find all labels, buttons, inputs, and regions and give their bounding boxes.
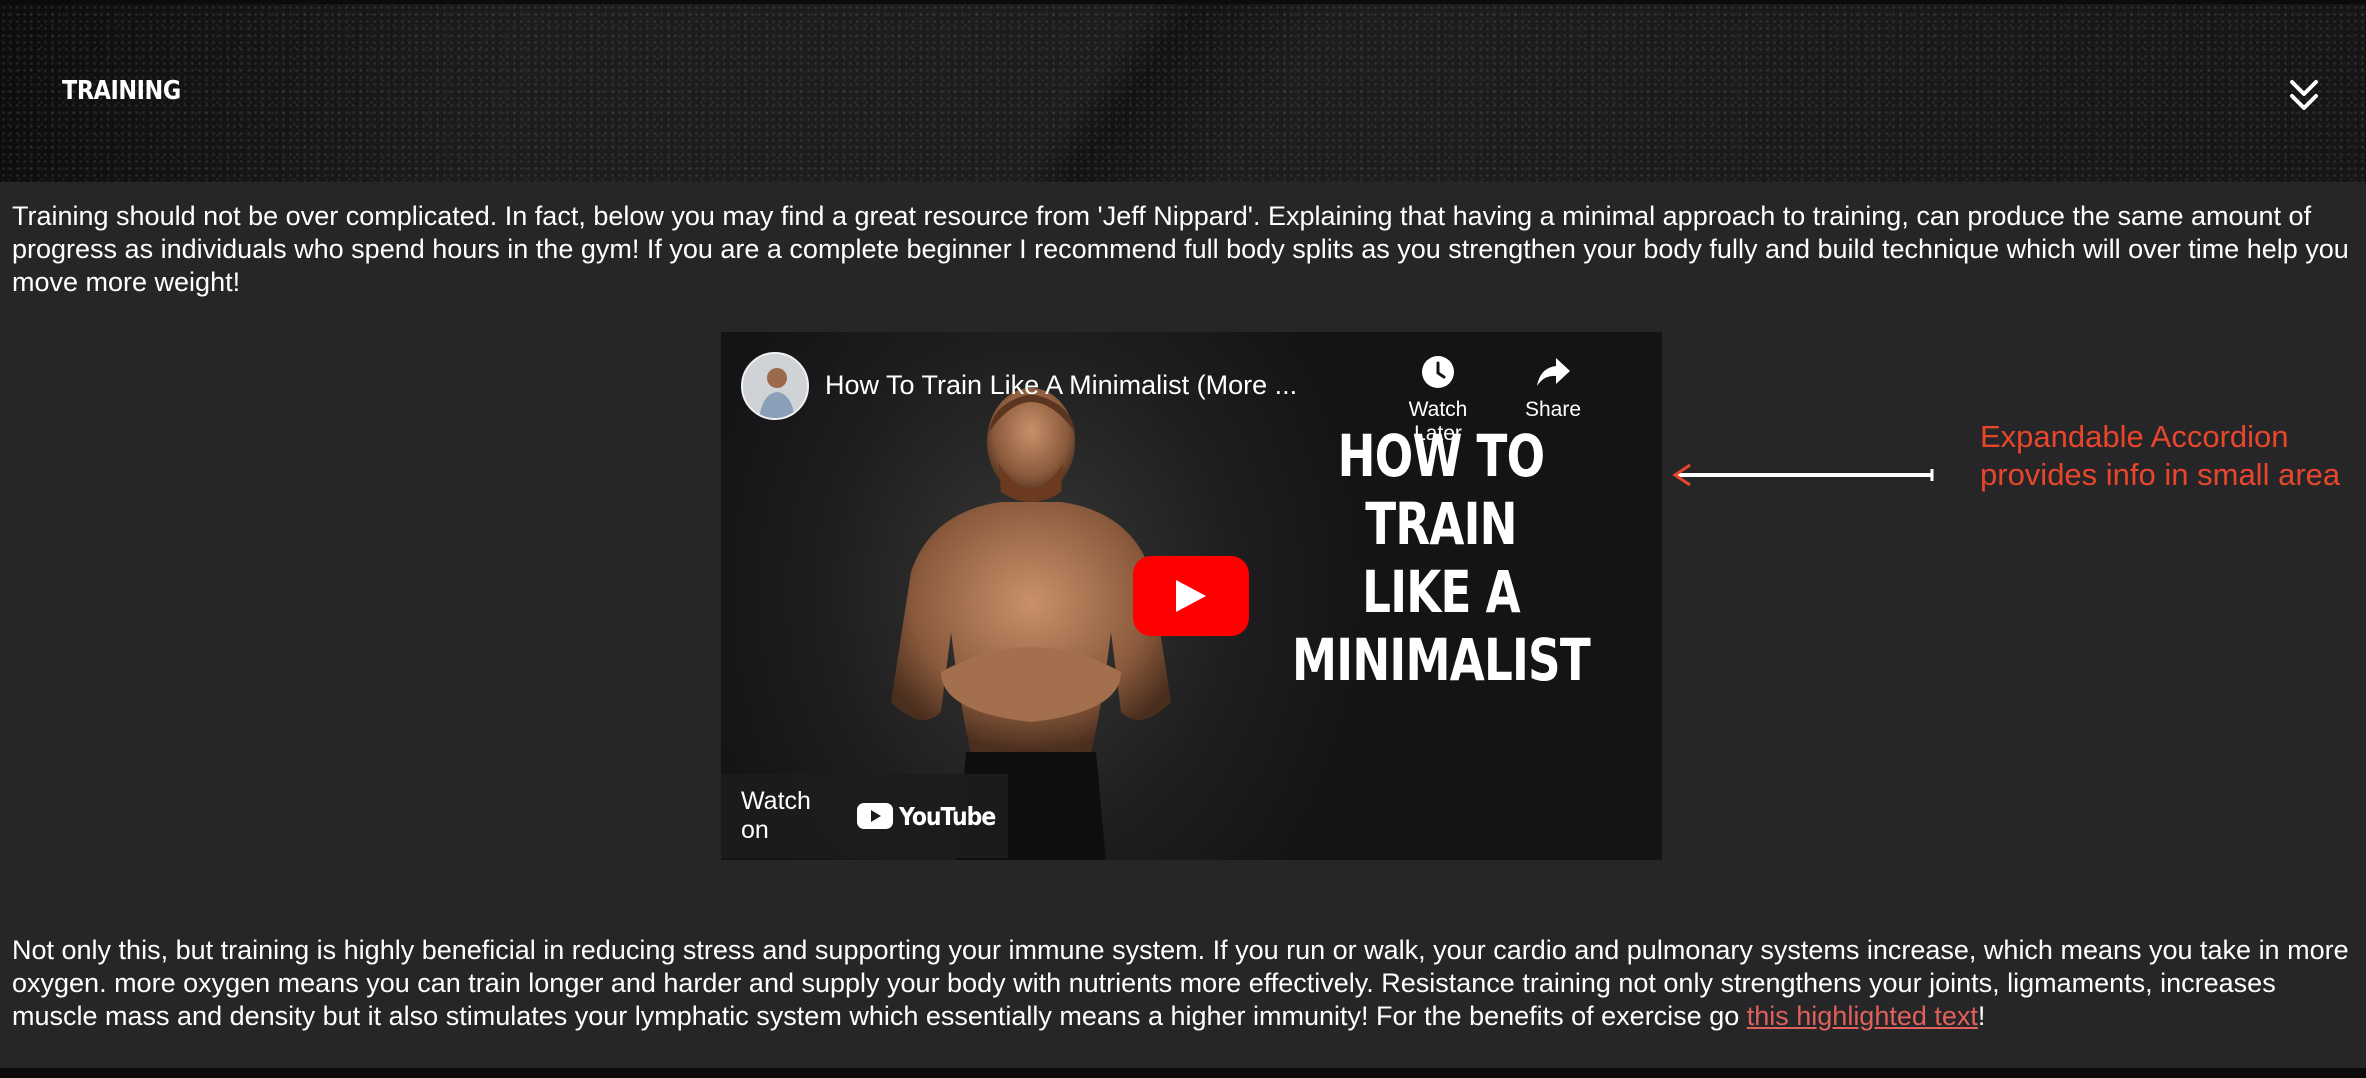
channel-avatar[interactable] <box>741 352 809 420</box>
accordion-header-training[interactable]: TRAINING <box>0 4 2366 182</box>
youtube-video-embed[interactable]: How To Train Like A Minimalist (More ...… <box>721 332 1662 860</box>
watch-on-youtube-link[interactable]: Watch on YouTube <box>721 774 1008 858</box>
share-button[interactable]: Share <box>1498 354 1608 422</box>
youtube-play-icon <box>856 803 893 829</box>
play-icon <box>1176 580 1206 612</box>
share-arrow-icon <box>1537 358 1570 386</box>
thumbnail-headline: HOW TO TRAIN LIKE A MINIMALIST <box>1269 422 1612 694</box>
annotation-line-1: Expandable Accordion <box>1980 419 2289 454</box>
bottom-edge <box>0 1068 2366 1078</box>
benefits-paragraph: Not only this, but training is highly be… <box>12 934 2352 1033</box>
annotation-note: Expandable Accordion provides info in sm… <box>1980 418 2366 494</box>
accordion-title: TRAINING <box>62 76 181 106</box>
thumbnail-line-3: MINIMALIST <box>1292 626 1591 694</box>
double-chevron-down-icon[interactable] <box>2286 76 2322 116</box>
benefits-text-end: ! <box>1977 1001 1986 1031</box>
highlighted-text-link[interactable]: this highlighted text <box>1747 1001 1978 1031</box>
annotation-line-2: provides info in small area <box>1980 457 2341 492</box>
intro-paragraph: Training should not be over complicated.… <box>12 201 2349 297</box>
share-label: Share <box>1524 398 1582 421</box>
clock-icon <box>1422 356 1454 388</box>
youtube-logo: YouTube <box>856 801 1008 831</box>
thumbnail-line-1: HOW TO TRAIN <box>1337 422 1545 558</box>
video-title[interactable]: How To Train Like A Minimalist (More ... <box>825 370 1365 401</box>
thumbnail-line-2: LIKE A <box>1362 558 1520 626</box>
youtube-wordmark: YouTube <box>898 801 996 831</box>
annotation-arrow <box>1672 463 1934 487</box>
watch-on-label: Watch on <box>741 787 811 844</box>
play-button[interactable] <box>1133 556 1249 636</box>
benefits-text: Not only this, but training is highly be… <box>12 935 2349 1031</box>
